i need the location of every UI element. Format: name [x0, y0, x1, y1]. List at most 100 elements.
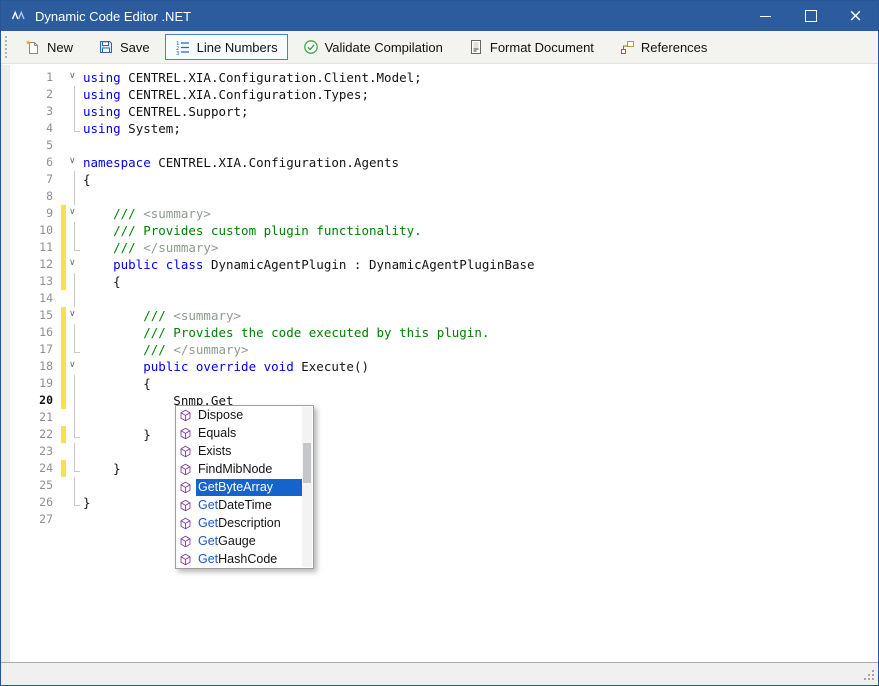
format-document-button[interactable]: Format Document [458, 34, 604, 60]
editor-line[interactable]: 8 [10, 188, 878, 205]
code-text[interactable]: using CENTREL.XIA.Configuration.Client.M… [83, 69, 422, 86]
popup-scrollbar-thumb[interactable] [303, 443, 311, 483]
fold-margin[interactable]: ∨ [66, 256, 83, 273]
code-text[interactable]: public override void Execute() [83, 358, 369, 375]
close-button[interactable]: × [833, 1, 878, 31]
editor-line[interactable]: 7{ [10, 171, 878, 188]
editor-line[interactable]: 20 Snmp.Get [10, 392, 878, 409]
editor-line[interactable]: 23 [10, 443, 878, 460]
save-button[interactable]: Save [88, 34, 160, 60]
code-token: using [83, 70, 121, 85]
code-token: CENTREL.XIA.Configuration.Types; [121, 87, 369, 102]
code-text[interactable]: { [83, 375, 151, 392]
editor-line[interactable]: 5 [10, 137, 878, 154]
new-button[interactable]: New [15, 34, 83, 60]
popup-scrollbar[interactable] [302, 407, 312, 567]
code-text[interactable]: /// <summary> [83, 307, 241, 324]
code-text[interactable]: } [83, 426, 151, 443]
code-text[interactable]: public class DynamicAgentPlugin : Dynami… [83, 256, 535, 273]
app-window: Dynamic Code Editor .NET × New [0, 0, 879, 686]
matched-prefix: Get [198, 516, 218, 530]
code-text[interactable]: /// </summary> [83, 239, 218, 256]
completion-item[interactable]: FindMibNode [176, 460, 313, 478]
editor-line[interactable]: 17 /// </summary> [10, 341, 878, 358]
code-text[interactable]: using System; [83, 120, 181, 137]
fold-margin [66, 511, 83, 528]
completion-item[interactable]: GetGauge [176, 532, 313, 550]
fold-collapse-icon[interactable]: ∨ [69, 257, 76, 269]
completion-item[interactable]: GetByteArray [176, 478, 313, 496]
code-token: namespace [83, 155, 151, 170]
code-text[interactable]: { [83, 273, 121, 290]
completion-item[interactable]: GetHashCode [176, 550, 313, 568]
code-editor[interactable]: 1∨using CENTREL.XIA.Configuration.Client… [1, 65, 878, 663]
references-button[interactable]: References [609, 34, 717, 60]
editor-line[interactable]: 2using CENTREL.XIA.Configuration.Types; [10, 86, 878, 103]
editor-line[interactable]: 14 [10, 290, 878, 307]
validate-compilation-button[interactable]: Validate Compilation [293, 34, 453, 60]
code-text[interactable]: namespace CENTREL.XIA.Configuration.Agen… [83, 154, 399, 171]
code-text[interactable]: /// Provides custom plugin functionality… [83, 222, 422, 239]
line-numbers-button[interactable]: 1 2 3 Line Numbers [165, 34, 288, 60]
resize-grip[interactable] [861, 668, 875, 682]
editor-line[interactable]: 16 /// Provides the code executed by thi… [10, 324, 878, 341]
editor-line[interactable]: 18∨ public override void Execute() [10, 358, 878, 375]
editor-line[interactable]: 10 /// Provides custom plugin functional… [10, 222, 878, 239]
code-token: { [83, 274, 121, 289]
fold-guide-line [74, 392, 75, 409]
matched-prefix: Get [198, 498, 218, 512]
editor-line[interactable]: 26} [10, 494, 878, 511]
fold-collapse-icon[interactable]: ∨ [69, 155, 76, 167]
fold-margin[interactable]: ∨ [66, 69, 83, 86]
fold-guide-line [74, 375, 75, 392]
minimize-button[interactable] [743, 1, 788, 31]
editor-line[interactable]: 27 [10, 511, 878, 528]
fold-collapse-icon[interactable]: ∨ [69, 70, 76, 82]
code-text[interactable]: } [83, 494, 91, 511]
fold-collapse-icon[interactable]: ∨ [69, 206, 76, 218]
code-text[interactable]: } [83, 460, 121, 477]
editor-line[interactable]: 1∨using CENTREL.XIA.Configuration.Client… [10, 69, 878, 86]
fold-margin[interactable]: ∨ [66, 358, 83, 375]
code-text[interactable]: using CENTREL.Support; [83, 103, 249, 120]
code-token: using [83, 87, 121, 102]
label-rest: HashCode [218, 552, 277, 566]
toolbar-grip[interactable] [5, 36, 10, 58]
maximize-button[interactable] [788, 1, 833, 31]
editor-line[interactable]: 21 [10, 409, 878, 426]
code-text[interactable]: { [83, 171, 91, 188]
editor-line[interactable]: 12∨ public class DynamicAgentPlugin : Dy… [10, 256, 878, 273]
completion-item-label: FindMibNode [196, 461, 302, 478]
editor-line[interactable]: 3using CENTREL.Support; [10, 103, 878, 120]
title-bar[interactable]: Dynamic Code Editor .NET × [1, 1, 878, 31]
completion-item[interactable]: Equals [176, 424, 313, 442]
editor-line[interactable]: 19 { [10, 375, 878, 392]
method-cube-icon [179, 427, 196, 440]
code-text[interactable]: /// </summary> [83, 341, 249, 358]
editor-line[interactable]: 4using System; [10, 120, 878, 137]
fold-margin[interactable]: ∨ [66, 307, 83, 324]
matched-prefix: Get [198, 552, 218, 566]
editor-line[interactable]: 9∨ /// <summary> [10, 205, 878, 222]
status-bar [1, 663, 878, 685]
fold-collapse-icon[interactable]: ∨ [69, 308, 76, 320]
fold-collapse-icon[interactable]: ∨ [69, 359, 76, 371]
code-text[interactable]: using CENTREL.XIA.Configuration.Types; [83, 86, 369, 103]
code-text[interactable]: /// <summary> [83, 205, 211, 222]
editor-line[interactable]: 15∨ /// <summary> [10, 307, 878, 324]
editor-line[interactable]: 13 { [10, 273, 878, 290]
code-text[interactable]: /// Provides the code executed by this p… [83, 324, 489, 341]
completion-item[interactable]: GetDateTime [176, 496, 313, 514]
editor-line[interactable]: 22 } [10, 426, 878, 443]
completion-item-label: GetDateTime [196, 497, 302, 514]
completion-item[interactable]: Exists [176, 442, 313, 460]
editor-line[interactable]: 24 } [10, 460, 878, 477]
editor-line[interactable]: 11 /// </summary> [10, 239, 878, 256]
completion-item[interactable]: Dispose [176, 406, 313, 424]
completion-item[interactable]: GetDescription [176, 514, 313, 532]
fold-margin[interactable]: ∨ [66, 154, 83, 171]
line-number: 11 [10, 239, 61, 256]
editor-line[interactable]: 25 [10, 477, 878, 494]
editor-line[interactable]: 6∨namespace CENTREL.XIA.Configuration.Ag… [10, 154, 878, 171]
fold-margin[interactable]: ∨ [66, 205, 83, 222]
